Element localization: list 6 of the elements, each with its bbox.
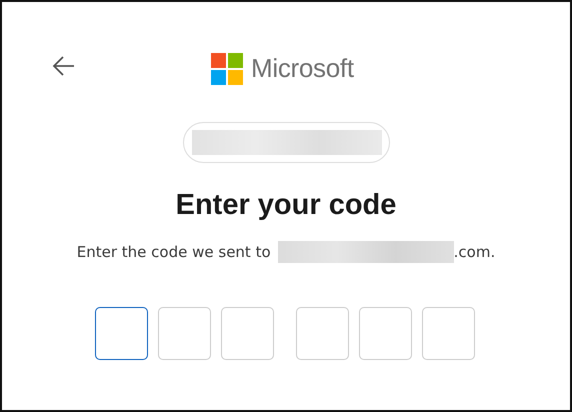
brand-name: Microsoft [251, 52, 354, 85]
logo-icon [211, 52, 243, 84]
page-heading: Enter your code [174, 188, 398, 223]
email-domain-text: .com. [454, 242, 496, 263]
instruction-text: Enter the code we sent to [76, 242, 271, 263]
code-digit-field[interactable] [95, 307, 148, 360]
